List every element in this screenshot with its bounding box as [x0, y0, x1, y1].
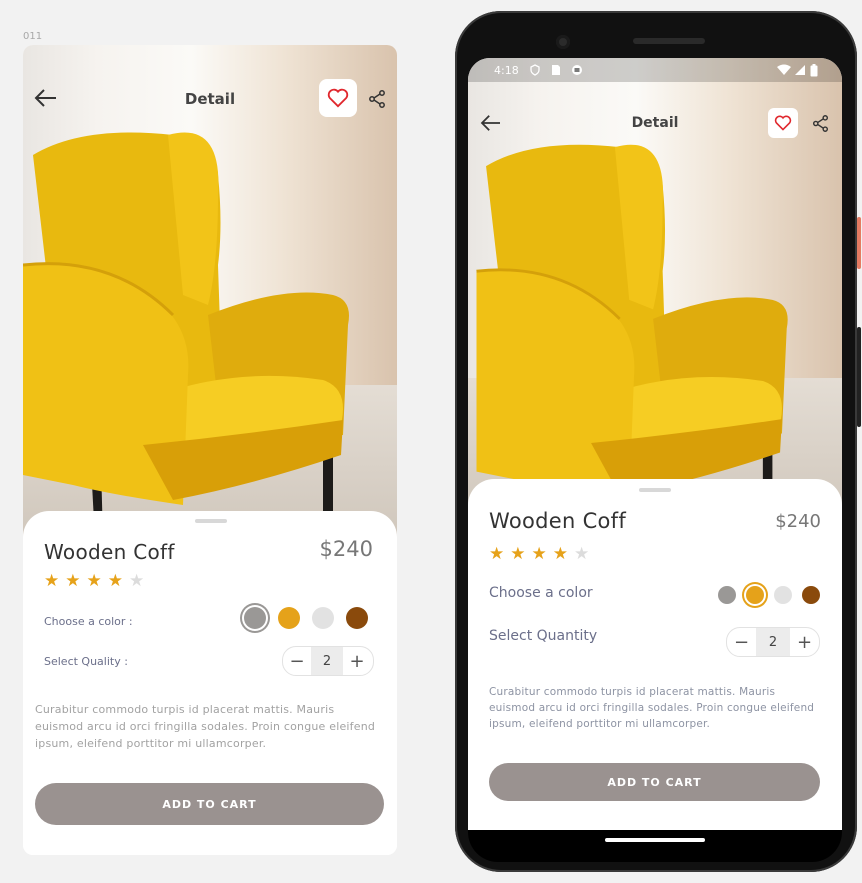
color-picker — [244, 607, 368, 629]
heart-icon — [774, 115, 792, 131]
star-icon: ★ — [107, 571, 123, 591]
sheet-handle[interactable] — [195, 519, 227, 523]
favorite-button[interactable] — [768, 108, 798, 138]
armchair-image — [23, 132, 349, 545]
status-time: 4:18 — [494, 63, 519, 77]
star-icon: ★ — [510, 544, 526, 564]
color-swatch-brown[interactable] — [802, 586, 820, 604]
phone-screen: 4:18 Detail Wooden Coff $240 ★ ★ ★ ★ ★ C… — [468, 58, 842, 830]
frame-label: 011 — [23, 31, 43, 42]
product-name: Wooden Coff — [489, 509, 627, 533]
color-swatch-brown[interactable] — [346, 607, 368, 629]
quantity-stepper: − 2 + — [282, 646, 374, 676]
product-sheet: Wooden Coff $240 ★ ★ ★ ★ ★ Choose a colo… — [468, 479, 842, 830]
heart-icon — [327, 88, 349, 108]
color-swatch-yellow[interactable] — [746, 586, 764, 604]
phone-frame: 4:18 Detail Wooden Coff $240 ★ ★ ★ ★ ★ C… — [455, 11, 861, 872]
rating-stars: ★ ★ ★ ★ ★ — [44, 573, 144, 590]
volume-button — [857, 327, 861, 427]
star-icon: ★ — [574, 544, 590, 564]
color-swatch-yellow[interactable] — [278, 607, 300, 629]
product-sheet: Wooden Coff $240 ★ ★ ★ ★ ★ Choose a colo… — [23, 511, 397, 855]
quantity-label: Select Quality : — [44, 655, 128, 668]
product-price: $240 — [775, 511, 821, 532]
share-icon — [369, 90, 385, 108]
add-to-cart-button[interactable]: ADD TO CART — [489, 763, 820, 801]
power-button — [857, 217, 861, 269]
share-icon — [812, 114, 828, 132]
quantity-stepper: − 2 + — [726, 627, 820, 657]
add-to-cart-button[interactable]: ADD TO CART — [35, 783, 384, 825]
star-icon: ★ — [489, 544, 505, 564]
earpiece — [633, 38, 705, 44]
favorite-button[interactable] — [319, 79, 357, 117]
decrement-button[interactable]: − — [283, 647, 311, 675]
decrement-button[interactable]: − — [727, 628, 756, 656]
star-icon: ★ — [86, 571, 102, 591]
signal-icon — [795, 65, 805, 75]
battery-icon — [810, 63, 818, 76]
home-indicator[interactable] — [605, 838, 705, 842]
product-description: Curabitur commodo turpis id placerat mat… — [489, 686, 815, 730]
color-swatch-light-gray[interactable] — [774, 586, 792, 604]
status-bar: 4:18 — [468, 58, 842, 82]
quantity-value[interactable]: 2 — [756, 628, 790, 656]
quantity-value[interactable]: 2 — [311, 647, 343, 675]
product-price: $240 — [319, 537, 373, 561]
top-bar: Detail — [23, 45, 397, 145]
color-picker — [718, 586, 820, 604]
share-button[interactable] — [366, 88, 388, 110]
color-label: Choose a color — [489, 585, 593, 601]
color-swatch-gray[interactable] — [244, 607, 266, 629]
color-swatch-light-gray[interactable] — [312, 607, 334, 629]
product-name: Wooden Coff — [44, 540, 175, 564]
star-icon: ★ — [44, 571, 60, 591]
star-icon: ★ — [552, 544, 568, 564]
share-button[interactable] — [810, 113, 830, 133]
color-swatch-gray[interactable] — [718, 586, 736, 604]
armchair-image — [476, 144, 788, 528]
wifi-icon — [777, 64, 791, 75]
detail-screen-mockup: Detail Wooden Coff $240 ★ ★ ★ ★ ★ Choose… — [23, 45, 397, 855]
shield-icon — [530, 64, 540, 76]
increment-button[interactable]: + — [343, 647, 371, 675]
increment-button[interactable]: + — [790, 628, 819, 656]
quantity-label: Select Quantity — [489, 628, 598, 644]
star-icon: ★ — [65, 571, 81, 591]
sheet-handle[interactable] — [639, 488, 671, 492]
navigation-bar — [468, 830, 842, 862]
sim-card-icon — [551, 65, 560, 75]
color-label: Choose a color : — [44, 615, 133, 628]
product-description: Curabitur commodo turpis id placerat mat… — [35, 703, 376, 750]
front-camera — [556, 35, 570, 49]
notification-icon — [571, 65, 582, 75]
star-icon: ★ — [129, 571, 145, 591]
star-icon: ★ — [531, 544, 547, 564]
rating-stars: ★ ★ ★ ★ ★ — [489, 546, 589, 563]
